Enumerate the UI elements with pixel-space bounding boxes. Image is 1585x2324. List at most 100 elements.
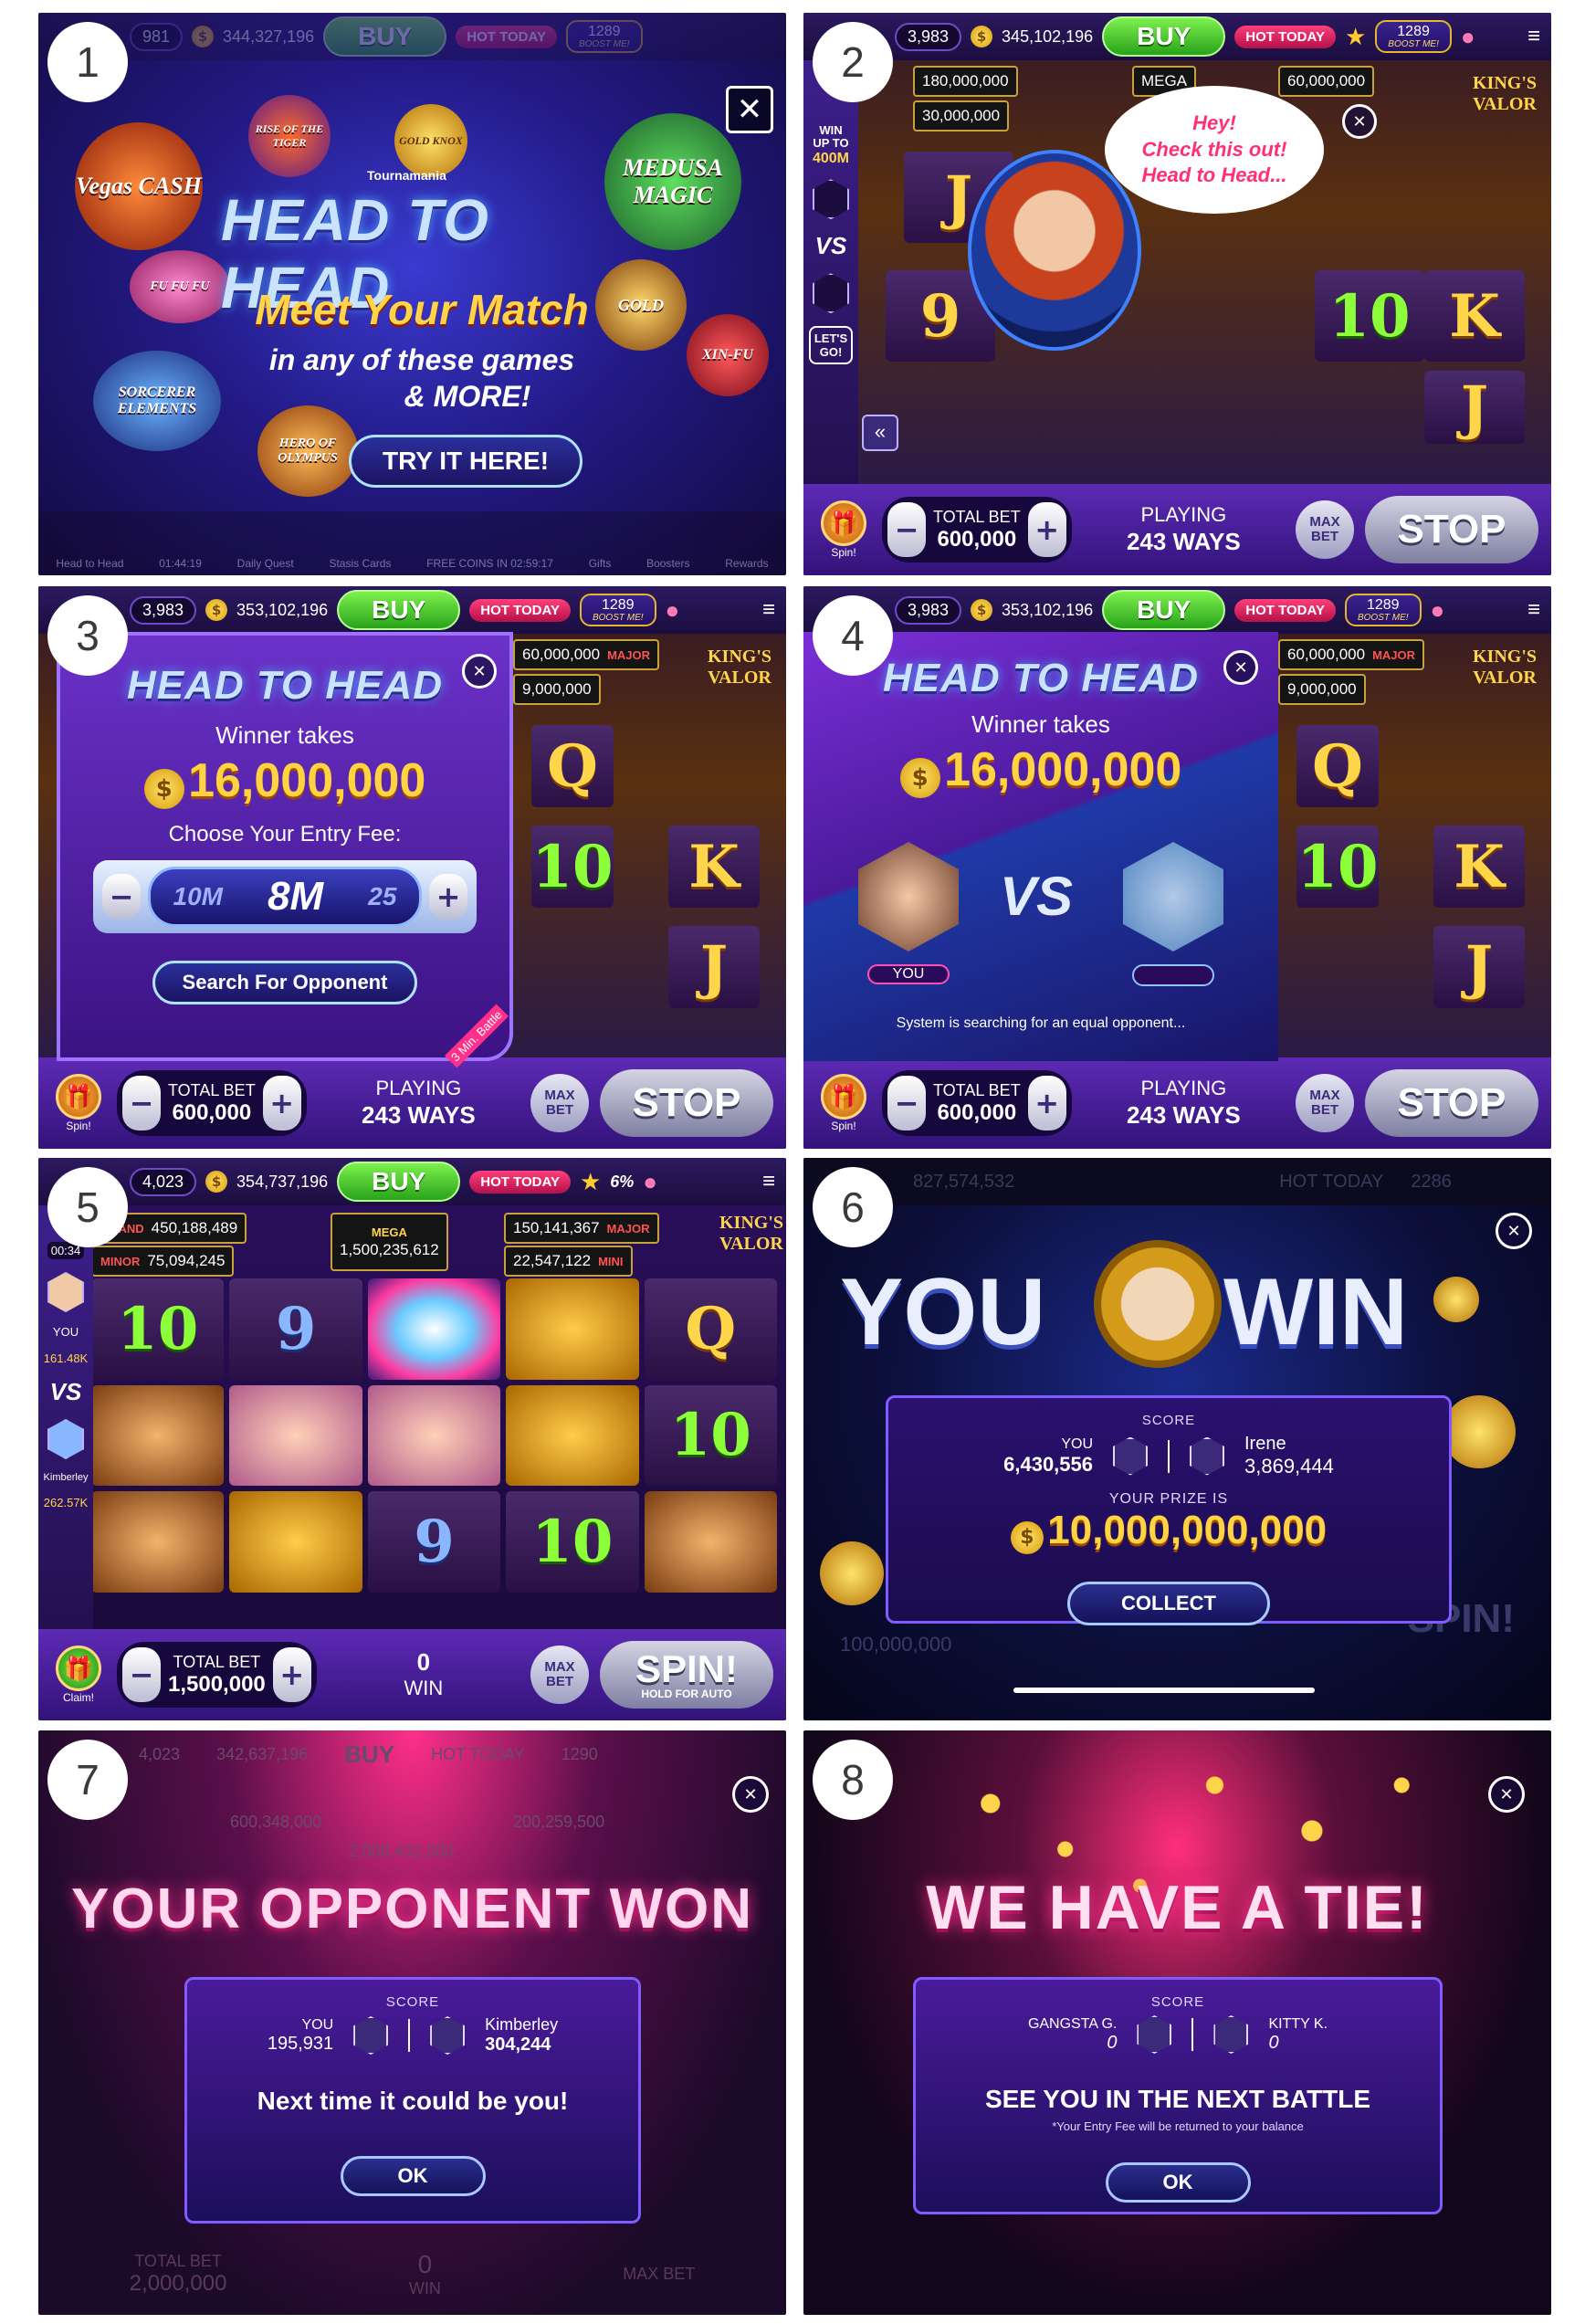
max-bet-button[interactable]: MAX BET: [530, 1074, 589, 1132]
game-hero-of-olympus[interactable]: HERO OF OLYMPUS: [257, 405, 358, 497]
bet-decrease-button[interactable]: −: [122, 1076, 161, 1130]
reel-symbol: Q: [1296, 725, 1379, 807]
bet-decrease-button[interactable]: −: [887, 1076, 926, 1130]
close-icon[interactable]: ✕: [1496, 1213, 1532, 1249]
ok-button[interactable]: OK: [1105, 2162, 1251, 2203]
faded-jackpot-2: 200,259,500: [513, 1813, 605, 1831]
buy-button[interactable]: BUY: [1102, 16, 1226, 57]
bet-increase-button[interactable]: +: [1027, 502, 1066, 557]
footer-rewards[interactable]: Rewards: [725, 557, 768, 570]
bet-decrease-button[interactable]: −: [887, 502, 926, 557]
reel-cell-ring: [506, 1384, 639, 1487]
opponent-avatar: [47, 1419, 84, 1459]
menu-icon[interactable]: ≡: [762, 597, 775, 623]
hot-today-button[interactable]: HOT TODAY: [469, 1170, 571, 1194]
max-bet-button[interactable]: MAX BET: [1296, 1074, 1354, 1132]
buy-button[interactable]: BUY: [1102, 590, 1226, 630]
piggy-bank-icon[interactable]: ●: [1461, 23, 1475, 51]
machine-title: KING'S VALOR: [1472, 73, 1538, 114]
reel-cell-king: [644, 1491, 777, 1593]
bet-decrease-button[interactable]: −: [122, 1647, 161, 1702]
score-row: YOU 6,430,556 Irene 3,869,444: [888, 1434, 1449, 1478]
game-sorcerer[interactable]: SORCERER ELEMENTS: [93, 351, 221, 451]
gift-button[interactable]: 🎁 Spin!: [816, 500, 871, 559]
close-icon[interactable]: ✕: [1342, 104, 1377, 139]
fee-option-left[interactable]: 10M: [173, 882, 223, 911]
game-fu-fu-fu[interactable]: FU FU FU: [130, 250, 230, 323]
player-avatar: [47, 1272, 84, 1312]
game-vegas-cash[interactable]: Vegas CASH: [75, 122, 203, 250]
piggy-bank-icon[interactable]: ●: [666, 596, 680, 625]
piggy-bank-icon[interactable]: ●: [1431, 596, 1445, 625]
fee-increase-button[interactable]: +: [429, 874, 467, 920]
stop-button[interactable]: STOP: [1365, 496, 1538, 563]
fee-selector: − 10M 8M 25 +: [93, 860, 477, 933]
close-icon[interactable]: ✕: [1488, 1776, 1525, 1813]
gift-icon: 🎁: [56, 1646, 101, 1691]
faded-win: 0 WIN: [408, 2249, 441, 2298]
menu-icon[interactable]: ≡: [1527, 597, 1540, 623]
level-badge[interactable]: 1289 BOOST ME!: [579, 593, 656, 627]
close-icon[interactable]: ✕: [1223, 650, 1258, 685]
opponent-avatar: [430, 2016, 466, 2055]
footer-gifts[interactable]: Gifts: [589, 557, 612, 570]
double-chevron-left-icon[interactable]: «: [862, 415, 898, 451]
close-icon[interactable]: ✕: [726, 86, 773, 133]
reel-symbol: J: [668, 926, 760, 1008]
hot-today-button[interactable]: HOT TODAY: [1234, 25, 1336, 48]
bet-increase-button[interactable]: +: [272, 1647, 311, 1702]
gift-button[interactable]: 🎁 Spin!: [816, 1074, 871, 1132]
star-icon: ★: [579, 1167, 602, 1195]
ok-button[interactable]: OK: [340, 2156, 486, 2196]
footer-stasis-cards[interactable]: Stasis Cards: [329, 557, 391, 570]
machine-title: KING'S VALOR: [1472, 647, 1538, 688]
opponent-score: 304,244: [485, 2035, 551, 2055]
game-rise-of-tiger[interactable]: RISE OF THE TIGER: [248, 95, 331, 177]
buy-button[interactable]: BUY: [337, 590, 461, 630]
speech-line-1: Hey!: [1192, 111, 1236, 135]
stop-button[interactable]: STOP: [1365, 1069, 1538, 1137]
level-badge[interactable]: 1289 BOOST ME!: [1344, 593, 1422, 627]
fee-decrease-button[interactable]: −: [102, 874, 141, 920]
max-bet-button[interactable]: MAX BET: [530, 1646, 589, 1704]
bet-increase-button[interactable]: +: [1027, 1076, 1066, 1130]
max-bet-button[interactable]: MAX BET: [1296, 500, 1354, 559]
footer-boosters[interactable]: Boosters: [646, 557, 689, 570]
hot-today-button[interactable]: HOT TODAY: [456, 25, 557, 48]
game-xin-fu[interactable]: XIN-FU: [687, 314, 769, 396]
level-badge[interactable]: 1289 BOOST ME!: [1375, 19, 1452, 54]
buy-button[interactable]: BUY: [323, 16, 447, 57]
menu-icon[interactable]: ≡: [762, 1169, 775, 1194]
search-opponent-button[interactable]: Search For Opponent: [152, 961, 418, 1004]
playing-ways: PLAYING 243 WAYS: [1126, 1077, 1241, 1129]
panel-7-opponent-won: 7 4,023 342,637,196 BUY HOT TODAY 1290 6…: [38, 1730, 786, 2315]
tie-note: *Your Entry Fee will be returned to your…: [1052, 2119, 1304, 2133]
collect-button[interactable]: COLLECT: [1067, 1582, 1270, 1625]
faded-top-bar: 827,574,532 HOT TODAY 2286: [803, 1158, 1551, 1205]
piggy-bank-icon[interactable]: ●: [643, 1168, 657, 1196]
menu-icon[interactable]: ≡: [1527, 24, 1540, 49]
fee-option-right[interactable]: 25: [368, 882, 396, 911]
gift-button[interactable]: 🎁 Spin!: [51, 1074, 106, 1132]
player-score: 195,931: [267, 2033, 334, 2054]
hot-today-button[interactable]: HOT TODAY: [469, 598, 571, 622]
close-icon[interactable]: ✕: [462, 654, 497, 689]
footer-daily-quest[interactable]: Daily Quest: [237, 557, 294, 570]
close-icon[interactable]: ✕: [732, 1776, 769, 1813]
footer-free-coins[interactable]: FREE COINS IN 02:59:17: [426, 557, 553, 570]
game-gold-knox[interactable]: GOLD KNOX: [394, 104, 467, 177]
stop-button[interactable]: STOP: [600, 1069, 773, 1137]
buy-button[interactable]: BUY: [337, 1162, 461, 1202]
spin-button[interactable]: SPIN! HOLD FOR AUTO: [600, 1641, 773, 1709]
try-it-here-button[interactable]: TRY IT HERE!: [349, 435, 583, 488]
jackpot-mega: MEGA 1,500,235,612: [331, 1213, 448, 1271]
footer-head-to-head[interactable]: Head to Head: [56, 557, 123, 570]
step-number: 7: [47, 1740, 128, 1820]
claim-button[interactable]: 🎁 Claim!: [51, 1646, 106, 1704]
lets-go-button[interactable]: LET'S GO!: [809, 326, 853, 365]
game-medusa-magic[interactable]: MEDUSA MAGIC: [604, 113, 741, 250]
hot-today-button[interactable]: HOT TODAY: [1234, 598, 1336, 622]
bet-increase-button[interactable]: +: [262, 1076, 301, 1130]
win-text: WIN: [1223, 1259, 1409, 1365]
brand-small: Tournamania: [367, 168, 446, 183]
